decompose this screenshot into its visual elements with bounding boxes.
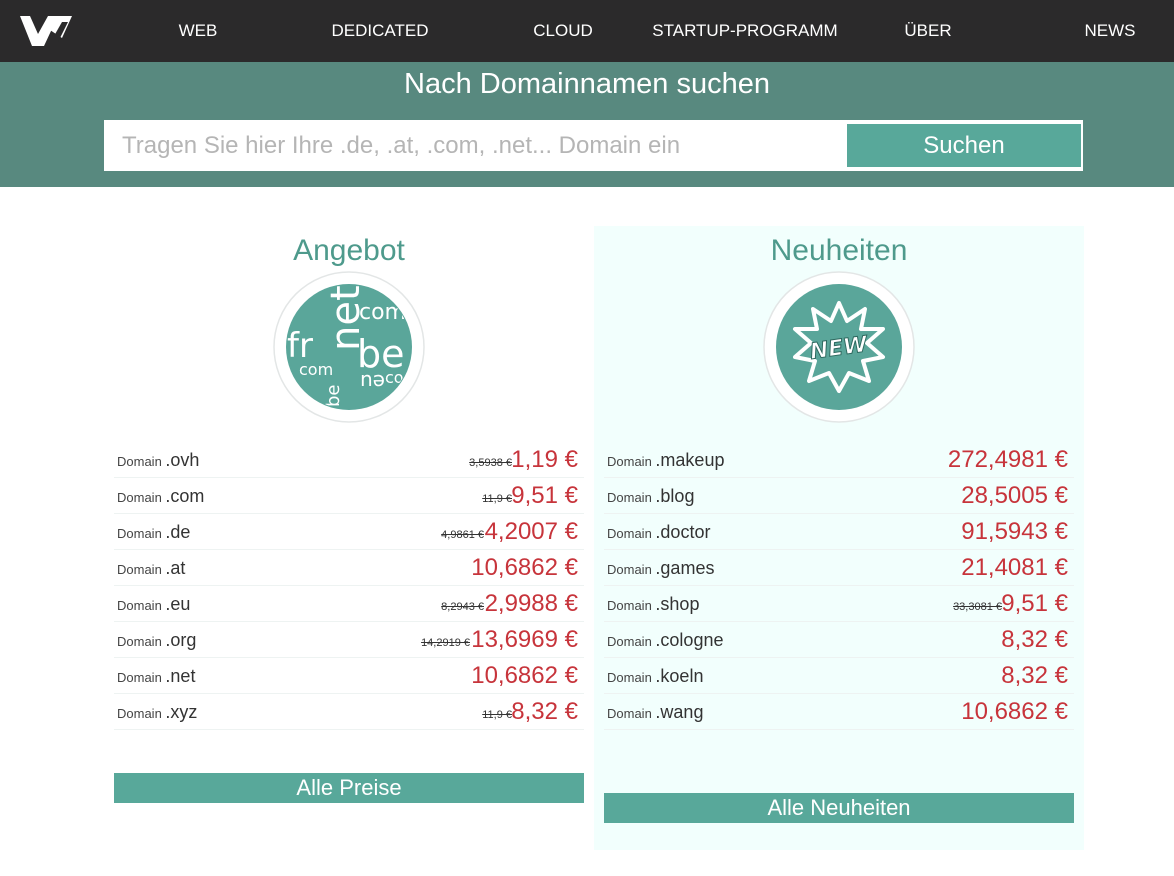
list-item[interactable]: Domain .doctor 91,5943 € [604,514,1074,550]
tld-name: .blog [655,486,695,506]
tld-name: .at [165,558,186,578]
domain-prefix: Domain [607,526,652,541]
price: 8,32 € [1001,662,1068,689]
old-price: 11,9 € [482,709,512,721]
domain-search-banner: Nach Domainnamen suchen Suchen [0,62,1174,187]
list-item[interactable]: Domain .koeln 8,32 € [604,658,1074,694]
domain-prefix: Domain [607,562,652,577]
nav-ueber[interactable]: ÜBER [890,0,966,62]
nav-web[interactable]: WEB [160,0,236,62]
nav-news[interactable]: NEWS [1074,0,1146,62]
list-item[interactable]: Domain .games 21,4081 € [604,550,1074,586]
price: 9,51 € [511,482,578,509]
price: 8,32 € [1001,626,1068,653]
all-news-button[interactable]: Alle Neuheiten [604,793,1074,823]
price: 28,5005 € [961,482,1068,509]
tld-name: .games [655,558,715,578]
list-item[interactable]: Domain .blog 28,5005 € [604,478,1074,514]
price: 8,32 € [511,698,578,725]
list-item[interactable]: Domain .at 10,6862 € [114,550,584,586]
top-navigation: WEB DEDICATED CLOUD STARTUP-PROGRAMM ÜBE… [0,0,1174,62]
old-price: 4,9861 € [441,529,484,541]
tld-name: .makeup [655,450,725,470]
tld-name: .xyz [165,702,198,722]
nav-startup-programm[interactable]: STARTUP-PROGRAMM [650,0,840,62]
news-column: Neuheiten NEW Domain .makeup 272,4981 € … [594,226,1084,850]
domain-prefix: Domain [607,706,652,721]
tld-name: .org [165,630,197,650]
list-item[interactable]: Domain .de 4,9861 € 4,2007 € [114,514,584,550]
offers-column: Angebot net fr be com com be eu co Domai… [104,226,594,826]
price: 10,6862 € [471,554,578,581]
offers-title: Angebot [293,234,405,267]
price: 13,6969 € [471,626,578,653]
domain-tld-cloud-icon: net fr be com com be eu co [273,271,425,423]
tld-name: .cologne [655,630,724,650]
domain-prefix: Domain [607,454,652,469]
list-item[interactable]: Domain .makeup 272,4981 € [604,442,1074,478]
price: 91,5943 € [961,518,1068,545]
search-form: Suchen [104,120,1083,171]
nav-cloud[interactable]: CLOUD [520,0,606,62]
tld-name: .shop [655,594,700,614]
domain-prefix: Domain [607,598,652,613]
old-price: 8,2943 € [441,601,484,613]
all-prices-button[interactable]: Alle Preise [114,773,584,803]
list-item[interactable]: Domain .cologne 8,32 € [604,622,1074,658]
old-price: 11,9 € [482,493,512,505]
list-item[interactable]: Domain .shop 33,3081 € 9,51 € [604,586,1074,622]
tld-name: .wang [655,702,704,722]
domain-prefix: Domain [117,706,162,721]
domain-prefix: Domain [117,490,162,505]
price: 4,2007 € [484,518,578,545]
list-item[interactable]: Domain .eu 8,2943 € 2,9988 € [114,586,584,622]
badge-word: be [323,385,344,408]
ovh-logo-icon[interactable] [18,12,74,50]
domain-prefix: Domain [607,490,652,505]
list-item[interactable]: Domain .net 10,6862 € [114,658,584,694]
new-starburst-icon: NEW [763,271,915,423]
tld-name: .koeln [655,666,704,686]
domain-prefix: Domain [117,634,162,649]
list-item[interactable]: Domain .xyz 11,9 € 8,32 € [114,694,584,730]
news-title: Neuheiten [770,234,908,267]
list-item[interactable]: Domain .org 14,2919 € 13,6969 € [114,622,584,658]
old-price: 3,5938 € [469,457,512,469]
badge-word: com [299,360,333,379]
search-title: Nach Domainnamen suchen [404,68,770,100]
news-list: Domain .makeup 272,4981 € Domain .blog 2… [604,442,1074,730]
domain-prefix: Domain [117,562,162,577]
search-button[interactable]: Suchen [847,124,1081,167]
list-item[interactable]: Domain .ovh 3,5938 € 1,19 € [114,442,584,478]
price: 272,4981 € [947,446,1068,473]
price: 1,19 € [511,446,578,473]
price: 21,4081 € [961,554,1068,581]
domain-prefix: Domain [117,598,162,613]
tld-name: .de [165,522,191,542]
list-item[interactable]: Domain .wang 10,6862 € [604,694,1074,730]
price: 10,6862 € [471,662,578,689]
price: 10,6862 € [961,698,1068,725]
tld-name: .eu [165,594,191,614]
domain-prefix: Domain [117,454,162,469]
price: 2,9988 € [484,590,578,617]
domain-prefix: Domain [117,526,162,541]
tld-name: .ovh [165,450,200,470]
old-price: 33,3081 € [953,601,1002,613]
nav-dedicated[interactable]: DEDICATED [320,0,440,62]
list-item[interactable]: Domain .com 11,9 € 9,51 € [114,478,584,514]
domain-prefix: Domain [607,670,652,685]
tld-name: .com [165,486,205,506]
domain-prefix: Domain [607,634,652,649]
price: 9,51 € [1001,590,1068,617]
domain-search-input[interactable] [106,122,846,169]
domain-prefix: Domain [117,670,162,685]
offers-list: Domain .ovh 3,5938 € 1,19 € Domain .com … [114,442,584,730]
old-price: 14,2919 € [421,637,470,649]
tld-name: .doctor [655,522,711,542]
tld-name: .net [165,666,196,686]
badge-word: eu [360,370,385,394]
